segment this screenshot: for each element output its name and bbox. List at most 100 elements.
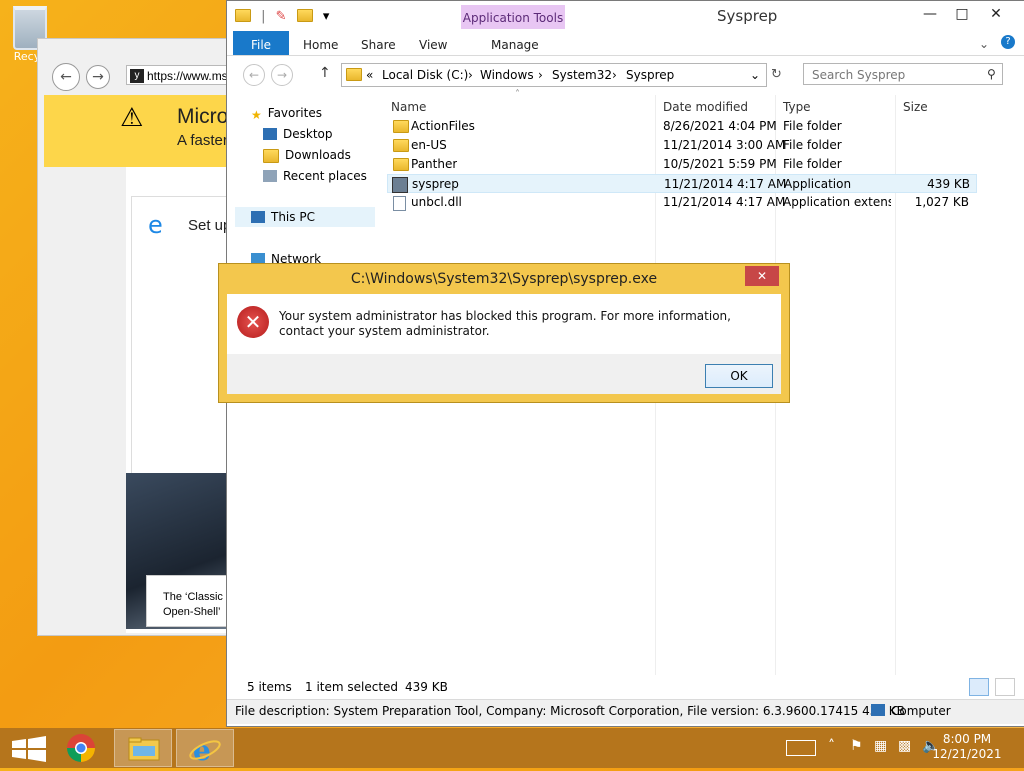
network-tray-icon[interactable]: ▦ xyxy=(874,738,887,754)
dialog-title: C:\Windows\System32\Sysprep\sysprep.exe xyxy=(350,271,658,287)
error-icon: ✕ xyxy=(237,306,269,338)
breadcrumb-overflow[interactable]: « xyxy=(366,68,373,82)
nav-recent-places[interactable]: Recent places xyxy=(263,166,367,186)
column-name[interactable]: Name xyxy=(391,97,426,117)
column-size[interactable]: Size xyxy=(903,97,928,117)
ie-logo-icon: e xyxy=(148,211,163,239)
start-button[interactable] xyxy=(0,729,58,767)
address-row: ← → ↑ « Local Disk (C:) › Windows › Syst… xyxy=(227,59,1024,89)
action-center-flag-icon[interactable]: ⚑ xyxy=(850,738,863,754)
search-input[interactable]: Search Sysprep xyxy=(803,63,1003,85)
nav-label: This PC xyxy=(271,210,315,224)
folder-icon xyxy=(393,120,409,133)
dialog-body: ✕ Your system administrator has blocked … xyxy=(227,294,781,394)
dll-file-icon xyxy=(393,196,406,211)
news-caption[interactable]: The ‘Classic Open-Shell’ xyxy=(146,575,238,627)
breadcrumb-windows[interactable]: Windows xyxy=(480,68,534,82)
search-icon[interactable]: ⚲ xyxy=(987,67,996,81)
title-bar[interactable]: | ✎ ▾ Application Tools Sysprep — □ ✕ xyxy=(227,1,1024,31)
address-dropdown-chevron-icon[interactable]: ⌄ xyxy=(750,68,760,82)
forward-icon[interactable]: → xyxy=(271,64,293,86)
column-date-modified[interactable]: Date modified xyxy=(663,97,748,117)
file-row-selected[interactable]: sysprep 11/21/2014 4:17 AM Application 4… xyxy=(387,174,977,193)
taskbar-internet-explorer[interactable]: e xyxy=(176,729,234,767)
file-explorer-icon xyxy=(128,737,160,761)
file-description: File description: System Preparation Too… xyxy=(235,704,905,718)
file-row[interactable]: en-US 11/21/2014 3:00 AM File folder xyxy=(387,136,977,155)
maximize-icon[interactable]: □ xyxy=(947,3,977,25)
nav-downloads[interactable]: Downloads xyxy=(263,145,351,165)
help-icon[interactable]: ? xyxy=(1001,35,1015,49)
refresh-icon[interactable]: ↻ xyxy=(771,67,782,82)
file-date: 11/21/2014 4:17 AM xyxy=(663,195,786,209)
nav-label: Favorites xyxy=(267,106,322,120)
dialog-close-button[interactable]: ✕ xyxy=(745,266,779,286)
back-icon[interactable]: ← xyxy=(243,64,265,86)
tab-view[interactable]: View xyxy=(419,31,447,55)
svg-text:e: e xyxy=(193,734,211,767)
status-bar: 5 items 1 item selected 439 KB xyxy=(227,677,1024,697)
computer-icon xyxy=(251,211,265,223)
file-row[interactable]: unbcl.dll 11/21/2014 4:17 AM Application… xyxy=(387,193,977,212)
expand-ribbon-chevron-icon[interactable]: ⌄ xyxy=(979,37,989,51)
star-icon: ★ xyxy=(251,108,262,122)
error-dialog[interactable]: C:\Windows\System32\Sysprep\sysprep.exe … xyxy=(218,263,790,403)
nav-this-pc[interactable]: This PC xyxy=(235,207,375,227)
clock-time: 8:00 PM xyxy=(942,732,992,746)
file-row[interactable]: ActionFiles 8/26/2021 4:04 PM File folde… xyxy=(387,117,977,136)
customize-qat-chevron-icon[interactable]: ▾ xyxy=(323,9,330,24)
taskbar-chrome[interactable] xyxy=(56,729,114,767)
keyboard-icon[interactable] xyxy=(786,740,816,756)
show-hidden-icons-chevron[interactable]: ˄ xyxy=(828,738,835,754)
tab-file[interactable]: File xyxy=(233,31,289,55)
close-icon[interactable]: ✕ xyxy=(981,3,1011,25)
taskbar-file-explorer[interactable] xyxy=(114,729,172,767)
application-icon xyxy=(392,177,408,193)
breadcrumb-system32[interactable]: System32 xyxy=(552,68,612,82)
setup-text: Set up xyxy=(188,217,232,234)
application-tools-context: Application Tools xyxy=(461,5,565,29)
ok-button[interactable]: OK xyxy=(705,364,773,388)
back-arrow-icon[interactable]: ← xyxy=(52,63,80,91)
file-name: Panther xyxy=(411,157,458,171)
folder-icon xyxy=(393,158,409,171)
nav-desktop[interactable]: Desktop xyxy=(263,124,333,144)
tab-home[interactable]: Home xyxy=(303,31,338,55)
breadcrumb-local-disk[interactable]: Local Disk (C:) xyxy=(382,68,468,82)
selection-count: 1 item selected xyxy=(305,680,399,694)
nav-label: Recent places xyxy=(283,169,367,183)
file-type: File folder xyxy=(783,157,842,171)
window-title: Sysprep xyxy=(717,7,778,25)
file-size: 439 KB xyxy=(927,177,970,191)
nav-label: Desktop xyxy=(283,127,333,141)
properties-icon[interactable]: ✎ xyxy=(276,9,287,24)
nav-favorites[interactable]: ★ Favorites xyxy=(251,103,322,123)
taskbar: e ˄ ⚑ ▦ ▩ 🔈 8:00 PM 12/21/2021 xyxy=(0,728,1024,768)
file-name: en-US xyxy=(411,138,447,152)
browser-window[interactable]: ← → y https://www.ms ⚠ Micro A faster e … xyxy=(37,38,246,636)
item-count: 5 items xyxy=(247,680,292,694)
banner-title: Micro xyxy=(177,105,229,128)
new-folder-icon[interactable] xyxy=(296,9,313,22)
large-icons-view-icon[interactable] xyxy=(995,678,1015,696)
system-clock[interactable]: 8:00 PM 12/21/2021 xyxy=(932,732,1002,762)
file-type: Application extens... xyxy=(783,195,891,209)
forward-arrow-icon[interactable]: → xyxy=(86,65,110,89)
file-type: File folder xyxy=(783,119,842,133)
tab-share[interactable]: Share xyxy=(361,31,396,55)
breadcrumb[interactable]: « Local Disk (C:) › Windows › System32 ›… xyxy=(341,63,767,87)
column-type[interactable]: Type xyxy=(783,97,811,117)
minimize-icon[interactable]: — xyxy=(915,3,945,25)
up-arrow-icon[interactable]: ↑ xyxy=(319,65,331,81)
browser-nav: ← → y https://www.ms xyxy=(46,61,246,91)
file-date: 11/21/2014 3:00 AM xyxy=(663,138,786,152)
file-date: 8/26/2021 4:04 PM xyxy=(663,119,777,133)
file-row[interactable]: Panther 10/5/2021 5:59 PM File folder xyxy=(387,155,977,174)
folder-icon xyxy=(393,139,409,152)
breadcrumb-sysprep[interactable]: Sysprep xyxy=(626,68,674,82)
breadcrumb-separator-icon: › xyxy=(468,68,473,82)
display-tray-icon[interactable]: ▩ xyxy=(898,738,911,754)
folder-icon xyxy=(346,68,362,81)
details-view-icon[interactable] xyxy=(969,678,989,696)
tab-manage[interactable]: Manage xyxy=(491,31,539,55)
